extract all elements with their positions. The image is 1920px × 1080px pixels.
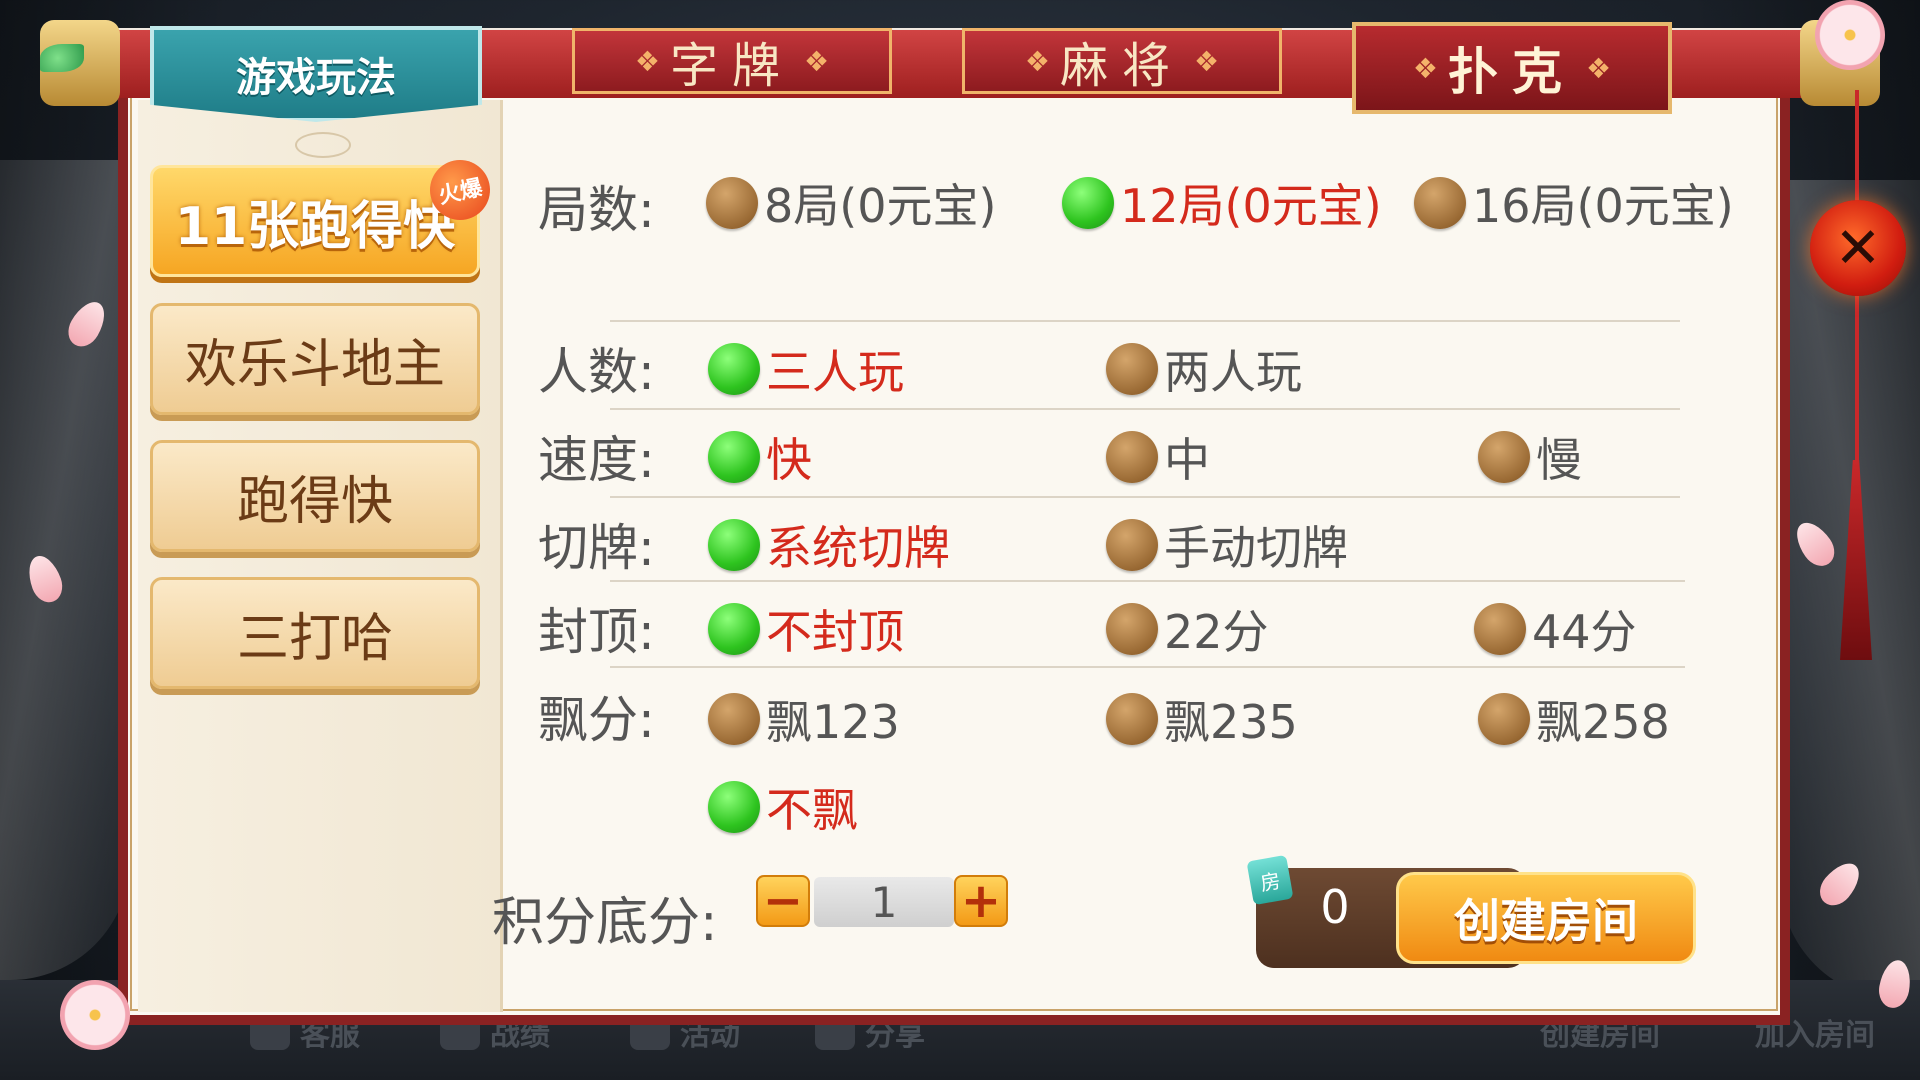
- tab-mahjong[interactable]: ❖ 麻将 ❖: [962, 28, 1282, 94]
- option-text: 8局(0元宝): [764, 179, 997, 233]
- divider: [610, 580, 1685, 582]
- option-text: 系统切牌: [766, 521, 950, 575]
- tab-zipai-label: 字牌: [669, 38, 794, 94]
- room-card-icon: 房: [1246, 854, 1294, 906]
- knot-ornament-icon: [295, 132, 351, 158]
- option-text: 飘235: [1164, 695, 1298, 749]
- radio-icon: [1106, 603, 1158, 655]
- float-option-123[interactable]: 飘123: [708, 686, 900, 752]
- cap-option-22[interactable]: 22分: [1106, 596, 1269, 662]
- mode-landlord[interactable]: 欢乐斗地主: [150, 303, 480, 415]
- ornament-icon: ❖: [1194, 44, 1220, 78]
- ornament-icon: ❖: [1024, 44, 1050, 78]
- tab-poker-label: 扑克: [1448, 43, 1576, 101]
- option-text: 中: [1164, 433, 1210, 487]
- float-option-258[interactable]: 飘258: [1478, 686, 1670, 752]
- radio-icon: [1478, 431, 1530, 483]
- radio-icon: [1106, 343, 1158, 395]
- score-plus-button[interactable]: +: [954, 875, 1008, 927]
- blossom-icon: [60, 980, 130, 1050]
- speed-label: 速度:: [538, 431, 655, 489]
- radio-selected-icon: [708, 431, 760, 483]
- ornament-icon: ❖: [1412, 51, 1438, 85]
- float-option-none[interactable]: 不飘: [708, 774, 858, 840]
- option-text: 慢: [1536, 433, 1582, 487]
- divider: [610, 408, 1680, 410]
- option-text: 12局(0元宝): [1120, 179, 1382, 233]
- speed-option-medium[interactable]: 中: [1106, 424, 1210, 490]
- option-text: 16局(0元宝): [1472, 179, 1734, 233]
- radio-selected-icon: [708, 519, 760, 571]
- radio-selected-icon: [1062, 177, 1114, 229]
- room-card-count: 0: [1320, 880, 1350, 934]
- rounds-label: 局数:: [538, 181, 655, 239]
- radio-icon: [706, 177, 758, 229]
- radio-selected-icon: [708, 781, 760, 833]
- cut-option-system[interactable]: 系统切牌: [708, 512, 950, 578]
- radio-icon: [1106, 431, 1158, 483]
- rounds-option-12[interactable]: 12局(0元宝): [1062, 170, 1382, 236]
- float-label: 飘分:: [538, 691, 655, 749]
- radio-selected-icon: [708, 343, 760, 395]
- cap-label: 封顶:: [538, 603, 655, 661]
- divider: [610, 320, 1680, 322]
- players-label: 人数:: [538, 343, 655, 401]
- radio-icon: [708, 693, 760, 745]
- blossom-icon: [1815, 0, 1885, 70]
- option-text: 三人玩: [766, 345, 904, 399]
- base-score-label: 积分底分:: [492, 893, 718, 953]
- cap-option-44[interactable]: 44分: [1474, 596, 1637, 662]
- cap-option-none[interactable]: 不封顶: [708, 596, 904, 662]
- ornament-icon: ❖: [1586, 51, 1612, 85]
- divider: [610, 666, 1685, 668]
- mode-sandaha[interactable]: 三打哈: [150, 577, 480, 689]
- tab-zipai[interactable]: ❖ 字牌 ❖: [572, 28, 892, 94]
- divider: [610, 496, 1680, 498]
- ornament-icon: ❖: [804, 44, 830, 78]
- radio-icon: [1106, 519, 1158, 571]
- tab-gameplay[interactable]: 游戏玩法: [150, 26, 482, 122]
- option-text: 飘258: [1536, 695, 1670, 749]
- players-option-two[interactable]: 两人玩: [1106, 336, 1302, 402]
- cut-option-manual[interactable]: 手动切牌: [1106, 512, 1348, 578]
- option-text: 不封顶: [766, 605, 904, 659]
- curtain-left: [0, 160, 130, 980]
- radio-icon: [1414, 177, 1466, 229]
- speed-option-slow[interactable]: 慢: [1478, 424, 1582, 490]
- option-text: 44分: [1532, 605, 1637, 659]
- close-icon[interactable]: ✕: [1810, 200, 1906, 296]
- create-room-button[interactable]: 创建房间: [1396, 872, 1696, 964]
- score-minus-button[interactable]: −: [756, 875, 810, 927]
- float-option-235[interactable]: 飘235: [1106, 686, 1298, 752]
- mode-run-fast[interactable]: 跑得快: [150, 440, 480, 552]
- tab-poker[interactable]: ❖ 扑克 ❖: [1352, 22, 1672, 114]
- cut-label: 切牌:: [538, 519, 655, 577]
- option-text: 不飘: [766, 783, 858, 837]
- ornament-icon: ❖: [634, 44, 660, 78]
- option-text: 飘123: [766, 695, 900, 749]
- option-text: 两人玩: [1164, 345, 1302, 399]
- speed-option-fast[interactable]: 快: [708, 424, 812, 490]
- radio-icon: [1478, 693, 1530, 745]
- radio-selected-icon: [708, 603, 760, 655]
- rounds-option-8[interactable]: 8局(0元宝): [706, 170, 996, 236]
- players-option-three[interactable]: 三人玩: [708, 336, 904, 402]
- option-text: 快: [766, 433, 812, 487]
- option-text: 手动切牌: [1164, 521, 1348, 575]
- score-value: 1: [814, 877, 954, 927]
- leaf-icon: [40, 44, 84, 72]
- tab-mahjong-label: 麻将: [1059, 38, 1184, 94]
- radio-icon: [1474, 603, 1526, 655]
- option-text: 22分: [1164, 605, 1269, 659]
- radio-icon: [1106, 693, 1158, 745]
- rounds-option-16[interactable]: 16局(0元宝): [1414, 170, 1734, 236]
